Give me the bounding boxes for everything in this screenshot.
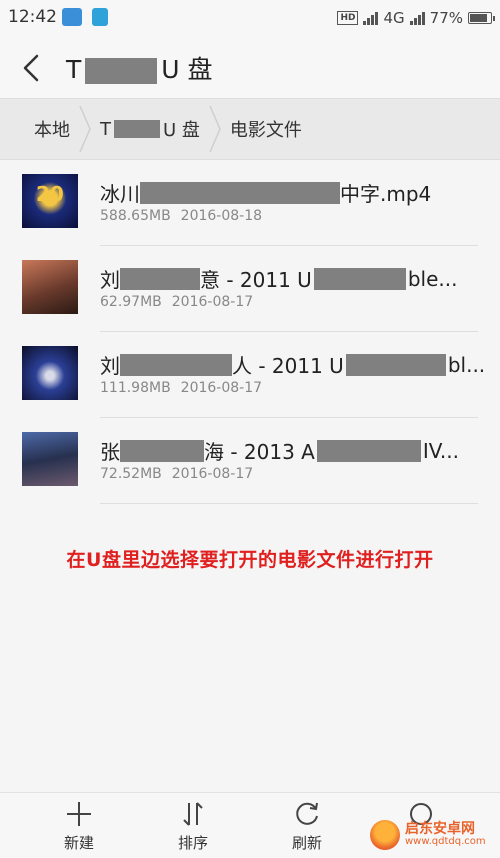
- signal-icon: [363, 11, 379, 25]
- status-time: 12:42: [8, 7, 57, 27]
- redacted-block: [120, 439, 204, 462]
- chevron-left-icon: [23, 54, 39, 82]
- video-thumbnail: 20: [22, 174, 78, 228]
- video-thumbnail: [22, 260, 78, 314]
- breadcrumb-item-local[interactable]: 本地: [10, 99, 78, 159]
- sort-icon: [183, 802, 203, 826]
- sort-button[interactable]: 排序: [158, 799, 228, 857]
- redacted-block: [120, 353, 232, 376]
- file-size: 72.52MB: [100, 466, 162, 482]
- title-suffix: U 盘: [161, 55, 213, 84]
- breadcrumb: 本地 TU 盘 电影文件: [0, 98, 500, 160]
- redacted-block: [316, 439, 421, 462]
- divider: [100, 503, 478, 504]
- video-thumbnail: [22, 346, 78, 400]
- breadcrumb-item-udisk[interactable]: TU 盘: [92, 99, 208, 159]
- file-name: 冰川 中字.mp4: [100, 181, 432, 206]
- file-date: 2016-08-18: [180, 208, 263, 224]
- status-right-group: HD 4G 77%: [337, 8, 495, 28]
- redacted-block: [120, 267, 200, 290]
- file-meta: 72.52MB 2016-08-17: [100, 466, 253, 482]
- redacted-block: [345, 353, 446, 376]
- file-name: 张海 - 2013 A IV...: [100, 438, 459, 465]
- file-date: 2016-08-17: [180, 380, 263, 396]
- hd-icon: HD: [337, 11, 359, 25]
- redacted-block: [114, 120, 160, 138]
- file-date: 2016-08-17: [171, 294, 254, 310]
- plus-icon: [67, 802, 91, 826]
- battery-icon: [468, 12, 495, 24]
- screenshot-notification-icon: [62, 8, 82, 26]
- instruction-annotation: 在U盘里边选择要打开的电影文件进行打开: [66, 549, 434, 571]
- watermark-url: www.qdtdq.com: [405, 836, 486, 848]
- title-prefix: T: [66, 55, 82, 84]
- signal-icon-2: [409, 11, 425, 25]
- file-date: 2016-08-17: [171, 466, 254, 482]
- new-button[interactable]: 新建: [44, 799, 114, 857]
- file-meta: 62.97MB 2016-08-17: [100, 294, 253, 310]
- file-row[interactable]: 刘人 - 2011 Ubl... 111.98MB 2016-08-17: [0, 332, 500, 418]
- refresh-icon: [296, 802, 318, 825]
- battery-percent: 77%: [429, 9, 463, 27]
- file-list: 20 冰川 中字.mp4 588.65MB 2016-08-18 刘意 - 2011…: [0, 160, 500, 504]
- breadcrumb-item-movie-folder[interactable]: 电影文件: [222, 99, 310, 159]
- file-size: 588.65MB: [100, 208, 171, 224]
- title-bar: TU 盘: [0, 36, 500, 98]
- file-name: 刘人 - 2011 Ubl...: [100, 352, 486, 379]
- redacted-block: [313, 267, 406, 290]
- page-title: TU 盘: [66, 50, 213, 86]
- watermark-name: 启东安卓网: [405, 821, 475, 838]
- back-button[interactable]: [14, 50, 50, 86]
- file-row[interactable]: 刘意 - 2011 Uble... 62.97MB 2016-08-17: [0, 246, 500, 332]
- redacted-block: [140, 181, 340, 204]
- watermark-logo-icon: [370, 820, 400, 850]
- file-row[interactable]: 张海 - 2013 A IV... 72.52MB 2016-08-17: [0, 418, 500, 504]
- usb-icon: [92, 8, 108, 26]
- refresh-button[interactable]: 刷新: [272, 799, 342, 857]
- network-type: 4G: [383, 9, 405, 27]
- file-meta: 111.98MB 2016-08-17: [100, 380, 262, 396]
- file-row[interactable]: 20 冰川 中字.mp4 588.65MB 2016-08-18: [0, 160, 500, 246]
- file-meta: 588.65MB 2016-08-18: [100, 208, 262, 224]
- video-thumbnail: [22, 432, 78, 486]
- breadcrumb-separator-icon: [209, 105, 221, 153]
- breadcrumb-separator-icon: [79, 105, 91, 153]
- file-size: 111.98MB: [100, 380, 171, 396]
- file-size: 62.97MB: [100, 294, 162, 310]
- status-bar: 12:42 HD 4G 77%: [0, 0, 500, 36]
- file-name: 刘意 - 2011 Uble...: [100, 266, 458, 293]
- redacted-block: [85, 58, 158, 84]
- watermark: 启东安卓网 www.qdtdq.com: [370, 818, 486, 852]
